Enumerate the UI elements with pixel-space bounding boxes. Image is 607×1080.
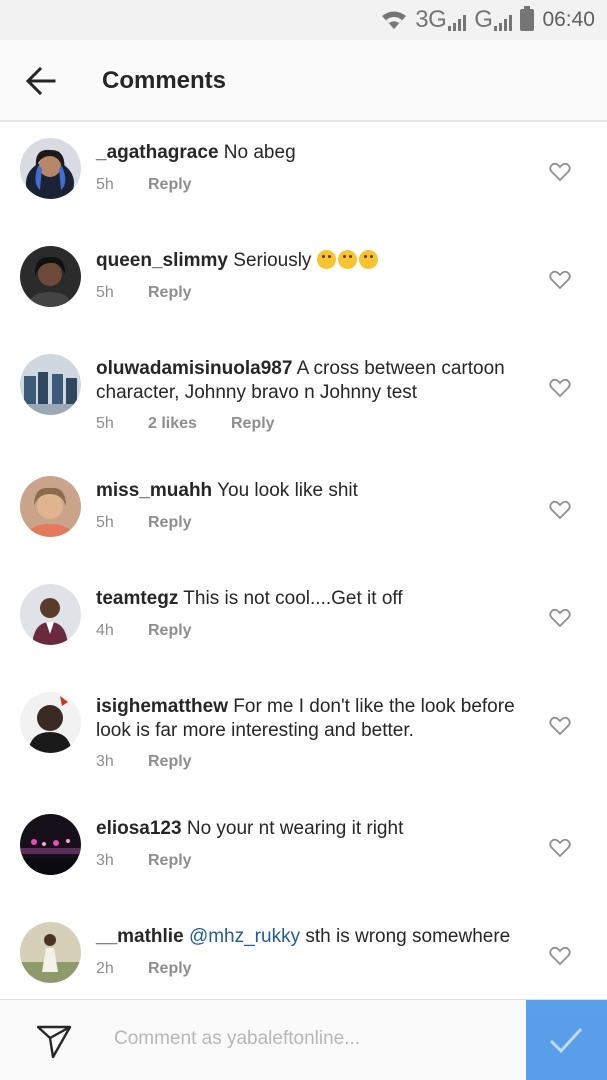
reply-button[interactable]: Reply bbox=[148, 622, 192, 640]
reply-button[interactable]: Reply bbox=[148, 284, 192, 302]
avatar[interactable] bbox=[20, 814, 81, 875]
heart-icon[interactable] bbox=[549, 270, 571, 290]
network-3g-label: 3G bbox=[415, 6, 447, 33]
comment-text: No your nt wearing it right bbox=[186, 818, 404, 839]
comment-time: 2h bbox=[96, 960, 114, 977]
paper-plane-icon[interactable] bbox=[34, 1021, 74, 1061]
page-title: Comments bbox=[102, 67, 227, 94]
thinking-face-emoji-icon bbox=[358, 250, 378, 269]
comment-text: sth is wrong somewhere bbox=[305, 926, 511, 947]
comment-time: 5h bbox=[96, 176, 114, 193]
laughing-face-emoji-icon bbox=[337, 250, 357, 269]
reply-button[interactable]: Reply bbox=[231, 415, 275, 433]
comment-text: This is not cool....Get it off bbox=[183, 588, 403, 609]
arrow-left-icon[interactable] bbox=[24, 64, 58, 98]
comment-time: 5h bbox=[96, 284, 114, 301]
comment-time: 4h bbox=[96, 622, 114, 639]
battery-icon bbox=[520, 6, 535, 31]
comment-username[interactable]: eliosa123 bbox=[96, 818, 182, 839]
comment-body: queen_slimmy Seriously bbox=[96, 249, 536, 273]
status-bar: 3G G 06:40 bbox=[0, 0, 607, 40]
reply-button[interactable]: Reply bbox=[148, 176, 192, 194]
avatar[interactable] bbox=[20, 692, 81, 753]
comment-body: eliosa123 No your nt wearing it right bbox=[96, 817, 536, 841]
comment-list[interactable]: _agathagrace No abeg 5h Reply queen_slim… bbox=[0, 124, 607, 998]
comment-item: eliosa123 No your nt wearing it right 3h… bbox=[0, 810, 607, 918]
status-indicators: 3G G 06:40 bbox=[381, 6, 595, 34]
avatar[interactable] bbox=[20, 246, 81, 307]
avatar[interactable] bbox=[20, 354, 81, 415]
comment-input[interactable] bbox=[114, 1024, 514, 1054]
wifi-icon bbox=[382, 11, 407, 29]
reply-button[interactable]: Reply bbox=[148, 852, 192, 870]
heart-icon[interactable] bbox=[549, 378, 571, 398]
comment-meta: 2h Reply bbox=[96, 960, 192, 978]
comment-username[interactable]: queen_slimmy bbox=[96, 250, 228, 271]
heart-icon[interactable] bbox=[549, 608, 571, 628]
comment-item: _agathagrace No abeg 5h Reply bbox=[0, 124, 607, 232]
heart-icon[interactable] bbox=[549, 838, 571, 858]
comment-composer bbox=[0, 999, 607, 1080]
comment-text: You look like shit bbox=[217, 480, 358, 501]
comment-likes[interactable]: 2 likes bbox=[148, 415, 231, 433]
heart-icon[interactable] bbox=[549, 716, 571, 736]
comment-mention[interactable]: @mhz_rukky bbox=[189, 926, 300, 947]
post-comment-button[interactable] bbox=[526, 1000, 607, 1080]
comment-body: isighematthew For me I don't like the lo… bbox=[96, 695, 536, 743]
comment-username[interactable]: teamtegz bbox=[96, 588, 178, 609]
comment-meta: 5h Reply bbox=[96, 514, 192, 532]
comment-body: miss_muahh You look like shit bbox=[96, 479, 536, 503]
comment-meta: 5h Reply bbox=[96, 284, 192, 302]
comment-time: 3h bbox=[96, 753, 114, 770]
comment-item: __mathlie @mhz_rukky sth is wrong somewh… bbox=[0, 918, 607, 998]
checkmark-icon bbox=[549, 1027, 583, 1054]
avatar[interactable] bbox=[20, 922, 81, 983]
comment-item: teamtegz This is not cool....Get it off … bbox=[0, 580, 607, 688]
comment-username[interactable]: oluwadamisinuola987 bbox=[96, 358, 292, 379]
comment-username[interactable]: isighematthew bbox=[96, 696, 228, 717]
heart-icon[interactable] bbox=[549, 500, 571, 520]
heart-icon[interactable] bbox=[549, 946, 571, 966]
comment-item: miss_muahh You look like shit 5h Reply bbox=[0, 472, 607, 580]
comment-meta: 3h Reply bbox=[96, 753, 192, 771]
flushed-face-emoji-icon bbox=[316, 250, 336, 269]
comment-text: Seriously bbox=[233, 250, 312, 271]
app-bar: Comments bbox=[0, 40, 607, 122]
heart-icon[interactable] bbox=[549, 162, 571, 182]
reply-button[interactable]: Reply bbox=[148, 960, 192, 978]
comment-body: _agathagrace No abeg bbox=[96, 141, 536, 165]
comment-username[interactable]: __mathlie bbox=[96, 926, 184, 947]
network-3g: 3G bbox=[415, 6, 467, 34]
comment-text: No abeg bbox=[223, 142, 296, 163]
comment-meta: 3h Reply bbox=[96, 852, 192, 870]
comment-item: queen_slimmy Seriously 5h Reply bbox=[0, 232, 607, 340]
avatar[interactable] bbox=[20, 138, 81, 199]
comment-item: isighematthew For me I don't like the lo… bbox=[0, 688, 607, 820]
signal-bars-icon bbox=[494, 15, 513, 31]
comment-time: 5h bbox=[96, 415, 114, 432]
reply-button[interactable]: Reply bbox=[148, 514, 192, 532]
comment-body: __mathlie @mhz_rukky sth is wrong somewh… bbox=[96, 925, 536, 949]
comment-meta: 5h 2 likes Reply bbox=[96, 415, 275, 433]
comment-body: oluwadamisinuola987 A cross between cart… bbox=[96, 357, 536, 405]
comment-meta: 4h Reply bbox=[96, 622, 192, 640]
comment-time: 3h bbox=[96, 852, 114, 869]
avatar[interactable] bbox=[20, 584, 81, 645]
signal-bars-icon bbox=[448, 15, 467, 31]
comment-username[interactable]: _agathagrace bbox=[96, 142, 219, 163]
network-g-label: G bbox=[474, 6, 493, 33]
avatar[interactable] bbox=[20, 476, 81, 537]
comment-meta: 5h Reply bbox=[96, 176, 192, 194]
reply-button[interactable]: Reply bbox=[148, 753, 192, 771]
comment-time: 5h bbox=[96, 514, 114, 531]
comment-body: teamtegz This is not cool....Get it off bbox=[96, 587, 536, 611]
comment-username[interactable]: miss_muahh bbox=[96, 480, 212, 501]
status-time: 06:40 bbox=[542, 8, 595, 31]
comment-item: oluwadamisinuola987 A cross between cart… bbox=[0, 340, 607, 472]
network-g: G bbox=[474, 6, 513, 34]
